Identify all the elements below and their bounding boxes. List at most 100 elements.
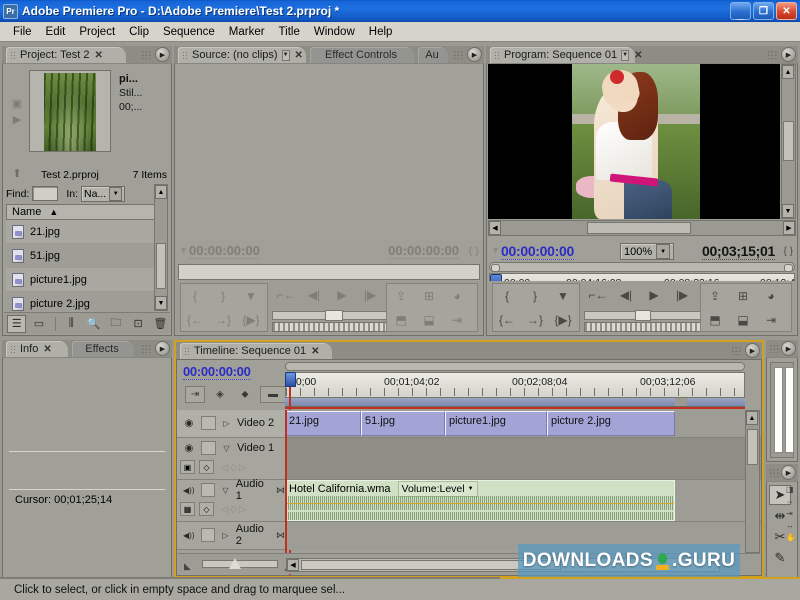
expand-track-triangle-icon[interactable]: ▷ bbox=[219, 531, 232, 540]
track-lane-video-2[interactable]: 21.jpg 51.jpg picture1.jpg picture 2.jpg bbox=[285, 410, 761, 438]
add-keyframe-icon[interactable]: ◇ bbox=[230, 462, 237, 473]
tools-panel-menu-button[interactable]: ▶ bbox=[781, 465, 796, 480]
project-item-list[interactable]: 21.jpg 51.jpg picture1.jpg picture 2.jpg bbox=[6, 220, 156, 311]
keyframe-navigator[interactable]: ◁ ◇ ▷ bbox=[221, 462, 246, 473]
tab-close-icon[interactable]: ✕ bbox=[43, 344, 51, 355]
toggle-safe-margins-icon[interactable]: ⊞ bbox=[415, 284, 443, 308]
export-frame-icon[interactable]: ⇪ bbox=[387, 284, 415, 308]
source-panel-menu-button[interactable]: ▶ bbox=[467, 47, 482, 62]
toggle-track-lock-icon[interactable] bbox=[200, 483, 216, 497]
pan-balance-icon[interactable]: ⋈ bbox=[276, 530, 285, 541]
parent-bin-icon[interactable]: ⬆ bbox=[7, 167, 27, 182]
source-time-slider[interactable] bbox=[178, 264, 480, 280]
tab-effects[interactable]: Effects bbox=[72, 341, 134, 357]
scroll-up-icon[interactable]: ▲ bbox=[782, 65, 794, 79]
timeline-work-area-bar[interactable] bbox=[285, 398, 745, 407]
volume-level-dropdown[interactable]: Volume:Level ▼ bbox=[397, 481, 478, 497]
source-shuttle-control[interactable] bbox=[272, 322, 392, 332]
program-panel-menu-button[interactable]: ▶ bbox=[781, 47, 796, 62]
chevron-down-icon[interactable]: ▼ bbox=[281, 49, 290, 61]
source-jog-slider[interactable] bbox=[272, 310, 392, 321]
list-item[interactable]: picture 2.jpg bbox=[6, 292, 156, 311]
output-settings-icon[interactable]: ◕ bbox=[443, 284, 471, 308]
snap-icon[interactable]: ⇥ bbox=[185, 386, 205, 403]
tab-program[interactable]: Program: Sequence 01 ▼ ✕ bbox=[490, 47, 642, 63]
scrollbar-thumb[interactable] bbox=[156, 243, 166, 289]
source-brace-icon[interactable]: { } bbox=[468, 246, 479, 257]
timeline-clip[interactable]: picture 2.jpg bbox=[547, 411, 675, 436]
program-duration-timecode[interactable]: 00;03;15;01 bbox=[702, 243, 775, 260]
export-frame-icon[interactable]: ⇪ bbox=[701, 284, 729, 308]
program-zoom-dropdown[interactable]: 100% ▼ bbox=[620, 243, 675, 260]
scroll-up-icon[interactable]: ▲ bbox=[155, 185, 167, 199]
go-to-in-point-icon[interactable]: {← bbox=[181, 308, 209, 332]
menu-item-project[interactable]: Project bbox=[72, 25, 122, 39]
track-header-video-2[interactable]: ◉ ▷ Video 2 bbox=[177, 410, 285, 438]
maximize-button[interactable]: ❐ bbox=[753, 2, 774, 20]
timeline-current-timecode[interactable]: 00:00:00:00 bbox=[183, 364, 251, 380]
rate-stretch-tool-icon[interactable]: ⇥ bbox=[786, 509, 793, 518]
menu-item-window[interactable]: Window bbox=[307, 25, 362, 39]
play-in-to-out-icon[interactable]: {▶} bbox=[237, 308, 265, 332]
menu-item-edit[interactable]: Edit bbox=[39, 25, 73, 39]
keyframe-navigator[interactable]: ◁ ◇ ▷ bbox=[221, 504, 246, 515]
menu-item-marker[interactable]: Marker bbox=[222, 25, 272, 39]
ripple-edit-tool-icon[interactable]: ◨ bbox=[786, 485, 794, 494]
timeline-playhead[interactable] bbox=[285, 372, 296, 387]
program-brace-icon[interactable]: { } bbox=[784, 246, 793, 257]
menu-item-help[interactable]: Help bbox=[362, 25, 400, 39]
find-input[interactable] bbox=[32, 186, 59, 201]
pan-balance-icon[interactable]: ⋈ bbox=[276, 485, 285, 496]
program-horizontal-scrollbar[interactable]: ◀ ▶ bbox=[488, 220, 796, 236]
set-marker-icon[interactable]: ▼ bbox=[549, 284, 577, 308]
next-keyframe-icon[interactable]: ▷ bbox=[239, 462, 246, 473]
track-header-video-1[interactable]: ◉ ▽ Video 1 ▣ ◇ ◁ ◇ ▷ bbox=[177, 438, 285, 480]
program-vertical-scrollbar[interactable]: ▲ ▼ bbox=[781, 64, 796, 219]
extract-icon[interactable]: ⬓ bbox=[415, 308, 443, 332]
timeline-clip[interactable]: 21.jpg bbox=[285, 411, 361, 436]
hand-tool-icon[interactable]: ✋ bbox=[786, 533, 796, 542]
program-viewing-area-bar[interactable] bbox=[489, 262, 795, 272]
program-shuttle-control[interactable] bbox=[584, 322, 702, 332]
previous-keyframe-icon[interactable]: ◁ bbox=[221, 462, 228, 473]
list-column-header-name[interactable]: Name ▲ bbox=[6, 204, 156, 220]
timeline-viewing-area-bar[interactable] bbox=[285, 362, 745, 371]
play-preview-icon[interactable]: ▶ bbox=[9, 112, 25, 128]
show-keyframes-icon[interactable]: ▦ bbox=[180, 502, 195, 516]
extract-icon[interactable]: ⬓ bbox=[729, 308, 757, 332]
expand-track-triangle-icon[interactable]: ▷ bbox=[220, 419, 233, 428]
menu-item-clip[interactable]: Clip bbox=[122, 25, 156, 39]
work-area-end-handle[interactable] bbox=[675, 398, 687, 406]
lift-icon[interactable]: ⬒ bbox=[701, 308, 729, 332]
source-current-timecode[interactable]: 00:00:00:00 bbox=[189, 243, 260, 259]
audio-master-menu-button[interactable]: ▶ bbox=[781, 341, 796, 356]
set-in-point-icon[interactable]: { bbox=[493, 284, 521, 308]
chevron-down-icon[interactable]: ▼ bbox=[621, 49, 630, 61]
timeline-clip[interactable]: picture1.jpg bbox=[445, 411, 547, 436]
set-out-point-icon[interactable]: } bbox=[209, 284, 237, 308]
step-back-marker-icon[interactable]: ⌐← bbox=[584, 283, 612, 307]
project-list-scrollbar[interactable]: ▲ ▼ bbox=[154, 184, 168, 311]
list-view-icon[interactable]: ☰ bbox=[7, 314, 27, 333]
previous-keyframe-icon[interactable]: ◁ bbox=[221, 504, 228, 515]
play-icon[interactable]: ▶ bbox=[328, 283, 356, 307]
tab-close-icon[interactable]: ✕ bbox=[95, 50, 103, 61]
tab-audio-mixer[interactable]: Au bbox=[418, 47, 448, 63]
toggle-track-output-eye-icon[interactable]: ◉ bbox=[181, 441, 197, 455]
tab-timeline[interactable]: Timeline: Sequence 01 ✕ bbox=[180, 343, 332, 359]
program-current-timecode[interactable]: 00:00:00:00 bbox=[501, 243, 574, 260]
track-header-audio-2[interactable]: ◀)) ▷ Audio 2 ⋈ bbox=[177, 522, 285, 550]
keyframe-diamond-icon[interactable]: ◇ bbox=[199, 502, 214, 516]
program-video-area[interactable] bbox=[488, 64, 780, 219]
tab-source[interactable]: Source: (no clips) ▼ ✕ bbox=[178, 47, 306, 63]
step-back-icon[interactable]: ◀| bbox=[300, 283, 328, 307]
automate-to-sequence-icon[interactable]: ⫼ bbox=[62, 315, 81, 333]
set-out-point-icon[interactable]: } bbox=[521, 284, 549, 308]
track-header-audio-1[interactable]: ◀)) ▽ Audio 1 ⋈ ▦ ◇ ◁ ◇ ▷ bbox=[177, 478, 285, 522]
lift-icon[interactable]: ⬒ bbox=[387, 308, 415, 332]
toggle-track-output-icon[interactable]: ▬ bbox=[260, 386, 286, 403]
tab-close-icon[interactable]: ✕ bbox=[311, 346, 319, 357]
toggle-track-output-eye-icon[interactable]: ◉ bbox=[181, 416, 197, 430]
collapse-track-triangle-icon[interactable]: ▽ bbox=[220, 444, 233, 453]
go-to-out-point-icon[interactable]: →} bbox=[521, 308, 549, 332]
